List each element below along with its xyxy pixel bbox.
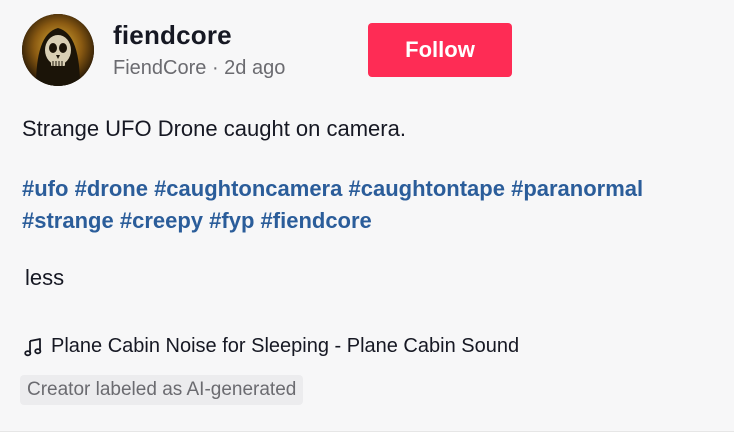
follow-button[interactable]: Follow <box>368 23 512 77</box>
subline-separator: · <box>206 57 225 79</box>
show-less-toggle[interactable]: less <box>25 265 64 291</box>
skull-avatar-icon <box>22 14 94 86</box>
hashtag-link[interactable]: #fiendcore <box>261 208 372 233</box>
hashtag-list: #ufo #drone #caughtoncamera #caughtontap… <box>22 173 722 237</box>
post-time: 2d ago <box>224 57 286 79</box>
hashtag-link[interactable]: #creepy <box>120 208 203 233</box>
post-description-card: fiendcore FiendCore · 2d ago Follow Stra… <box>0 0 734 432</box>
author-display-name[interactable]: FiendCore <box>113 57 206 79</box>
music-title: Plane Cabin Noise for Sleeping - Plane C… <box>51 335 520 357</box>
post-caption: Strange UFO Drone caught on camera. <box>22 116 406 141</box>
ai-generated-badge: Creator labeled as AI-generated <box>20 375 304 405</box>
hashtag-link[interactable]: #strange <box>22 208 114 233</box>
hashtag-link[interactable]: #drone <box>75 176 148 201</box>
hashtag-link[interactable]: #ufo <box>22 176 68 201</box>
music-link[interactable]: Plane Cabin Noise for Sleeping - Plane C… <box>23 335 519 358</box>
author-subline: FiendCore · 2d ago <box>113 57 285 80</box>
hashtag-link[interactable]: #caughtoncamera <box>154 176 342 201</box>
author-username[interactable]: fiendcore <box>113 20 232 51</box>
music-note-icon <box>24 337 42 356</box>
hashtag-link[interactable]: #caughtontape <box>348 176 504 201</box>
hashtag-link[interactable]: #paranormal <box>511 176 643 201</box>
avatar[interactable] <box>22 14 94 86</box>
hashtag-link[interactable]: #fyp <box>209 208 254 233</box>
